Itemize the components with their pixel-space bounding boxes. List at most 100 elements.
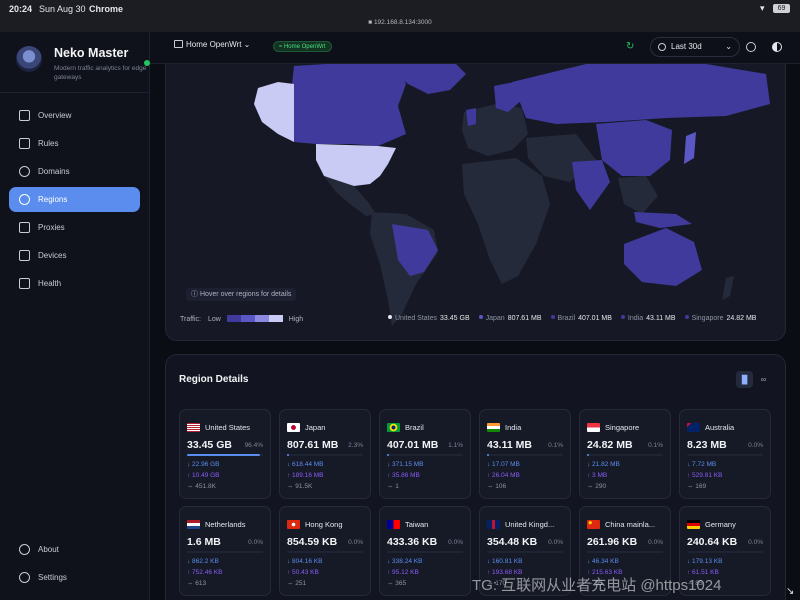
region-size: 8.23 MB	[687, 439, 727, 451]
legend-gradient	[226, 315, 283, 322]
sidebar-item-domains[interactable]: Domains	[9, 159, 140, 184]
region-color-dot	[478, 315, 483, 319]
upload-value: ↑ 529.81 KB	[687, 472, 723, 479]
sidebar-item-label: Settings	[38, 573, 67, 582]
region-share-bar	[587, 454, 663, 456]
server-selector[interactable]: Home OpenWrt ⌄	[174, 40, 250, 49]
url-text: 192.168.8.134:3000	[373, 19, 432, 26]
region-card[interactable]: Brazil 407.01 MB 1.1% ↓ 371.15 MB ↑ 35.86 MB…	[379, 409, 471, 499]
connections-value: ⇔ 1	[387, 483, 399, 490]
sidebar-item-overview[interactable]: Overview	[9, 103, 140, 128]
sidebar-item-label: Proxies	[38, 223, 65, 232]
flag-au-icon	[687, 423, 700, 432]
region-card[interactable]: Japan 807.61 MB 2.3% ↓ 618.44 MB ↑ 189.16 MB…	[279, 409, 371, 499]
upload-value: ↑ 26.04 MB	[487, 472, 520, 479]
region-card[interactable]: India 43.11 MB 0.1% ↓ 17.07 MB ↑ 26.04 MB ⇔ 1…	[479, 409, 571, 499]
country-japan[interactable]	[684, 132, 696, 164]
connections-value: ⇔ 290	[587, 483, 607, 490]
flag-sg-icon	[587, 423, 600, 432]
region-size: 407.01 MB	[387, 439, 439, 451]
region-card[interactable]: Taiwan 433.36 KB 0.0% ↓ 338.24 KB ↑ 95.12 KB…	[379, 506, 471, 596]
sidebar-nav: Overview Rules Domains Regions Proxies Device…	[9, 103, 140, 299]
country-india[interactable]	[572, 160, 610, 210]
upload-value: ↑ 752.46 KB	[187, 569, 223, 576]
region-share-fill	[287, 454, 289, 456]
region-size: 433.36 KB	[387, 536, 438, 548]
download-value: ↓ 160.81 KB	[487, 558, 523, 565]
region-color-dot	[620, 315, 625, 319]
region-size: 854.59 KB	[287, 536, 338, 548]
download-value: ↓ 804.16 KB	[287, 558, 323, 565]
region-share-bar	[387, 551, 463, 553]
sidebar-item-proxies[interactable]: Proxies	[9, 215, 140, 240]
flag-in-icon	[487, 423, 500, 432]
language-globe-icon[interactable]	[746, 42, 756, 52]
refresh-icon[interactable]: ↻	[626, 41, 634, 52]
region-name: United States	[205, 423, 251, 432]
link-icon[interactable]: ∞	[755, 371, 772, 388]
sidebar-item-devices[interactable]: Devices	[9, 243, 140, 268]
server-icon	[174, 40, 183, 48]
region-color-dot	[388, 315, 392, 319]
flag-us-icon	[187, 423, 200, 432]
period-selector[interactable]: Last 30d ⌄	[650, 37, 740, 57]
sidebar-item-label: Health	[38, 279, 62, 288]
region-card[interactable]: Netherlands 1.6 MB 0.0% ↓ 862.2 KB ↑ 752.46 …	[179, 506, 271, 596]
region-total-value: 807.61 MB	[507, 315, 542, 322]
region-size: 261.96 KB	[587, 536, 638, 548]
region-size: 807.61 MB	[287, 439, 339, 451]
region-card[interactable]: Hong Kong 854.59 KB 0.0% ↓ 804.16 KB ↑ 50.43…	[279, 506, 371, 596]
upload-value: ↑ 3 MB	[587, 472, 608, 479]
download-value: ↓ 7.72 MB	[687, 461, 717, 468]
region-percent: 0.0%	[448, 539, 463, 546]
region-share-bar	[187, 551, 263, 553]
country-africa[interactable]	[462, 158, 550, 284]
country-southeast-asia[interactable]	[618, 176, 658, 214]
connections-value: ⇔ 365	[387, 580, 407, 587]
theme-toggle-icon[interactable]	[772, 42, 782, 52]
download-value: ↓ 862.2 KB	[187, 558, 219, 565]
logo-icon	[16, 46, 42, 72]
country-china[interactable]	[596, 120, 672, 176]
legend-swatch	[254, 315, 269, 322]
resize-handle-icon[interactable]: ↘	[786, 586, 794, 597]
region-share-bar	[187, 454, 263, 456]
country-russia[interactable]	[512, 64, 770, 124]
sidebar-item-rules[interactable]: Rules	[9, 131, 140, 156]
region-color-dot	[684, 315, 689, 319]
country-canada[interactable]	[290, 64, 406, 146]
region-share-bar	[587, 551, 663, 553]
region-share-bar	[487, 551, 563, 553]
region-card[interactable]: United States 33.45 GB 96.4% ↓ 22.96 GB ↑ 10…	[179, 409, 271, 499]
country-australia[interactable]	[624, 228, 702, 286]
hover-hint: ⓘ Hover over regions for details	[186, 288, 297, 301]
flag-tw-icon	[387, 520, 400, 529]
region-name: Australia	[705, 423, 735, 432]
url-bar[interactable]: ■ 192.168.8.134:3000	[0, 18, 800, 32]
region-total-name: Japan	[485, 315, 505, 322]
download-value: ↓ 17.07 MB	[487, 461, 520, 468]
hover-hint-text: Hover over regions for details	[199, 291, 292, 298]
region-name: United Kingd...	[505, 520, 555, 529]
sidebar-item-about[interactable]: About	[9, 537, 140, 562]
brand[interactable]: Neko Master Modern traffic analytics for…	[16, 44, 150, 92]
rules-icon	[19, 138, 30, 149]
region-card[interactable]: Singapore 24.82 MB 0.1% ↓ 21.82 MB ↑ 3 MB ⇔ 2…	[579, 409, 671, 499]
bar-chart-icon[interactable]: ▐▌	[736, 371, 753, 388]
region-card[interactable]: Australia 8.23 MB 0.0% ↓ 7.72 MB ↑ 529.81 KB…	[679, 409, 771, 499]
sidebar-item-settings[interactable]: Settings	[9, 565, 140, 590]
country-indonesia[interactable]	[634, 212, 692, 228]
region-share-fill	[487, 454, 489, 456]
country-alaska[interactable]	[254, 82, 294, 142]
traffic-legend: Traffic: Low High	[180, 315, 303, 323]
region-color-dot	[550, 315, 555, 319]
sidebar-item-regions[interactable]: Regions	[9, 187, 140, 212]
sidebar-item-label: Rules	[38, 139, 59, 148]
download-value: ↓ 618.44 MB	[287, 461, 324, 468]
sidebar-item-health[interactable]: Health	[9, 271, 140, 296]
country-new-zealand[interactable]	[722, 276, 734, 300]
top-bar: Home OpenWrt ⌄ ≈ Home OpenWrt ↻ Last 30d…	[150, 32, 800, 64]
upload-value: ↑ 50.43 KB	[287, 569, 319, 576]
connections-value: ⇔ 251	[287, 580, 307, 587]
region-name: China mainla...	[605, 520, 656, 529]
